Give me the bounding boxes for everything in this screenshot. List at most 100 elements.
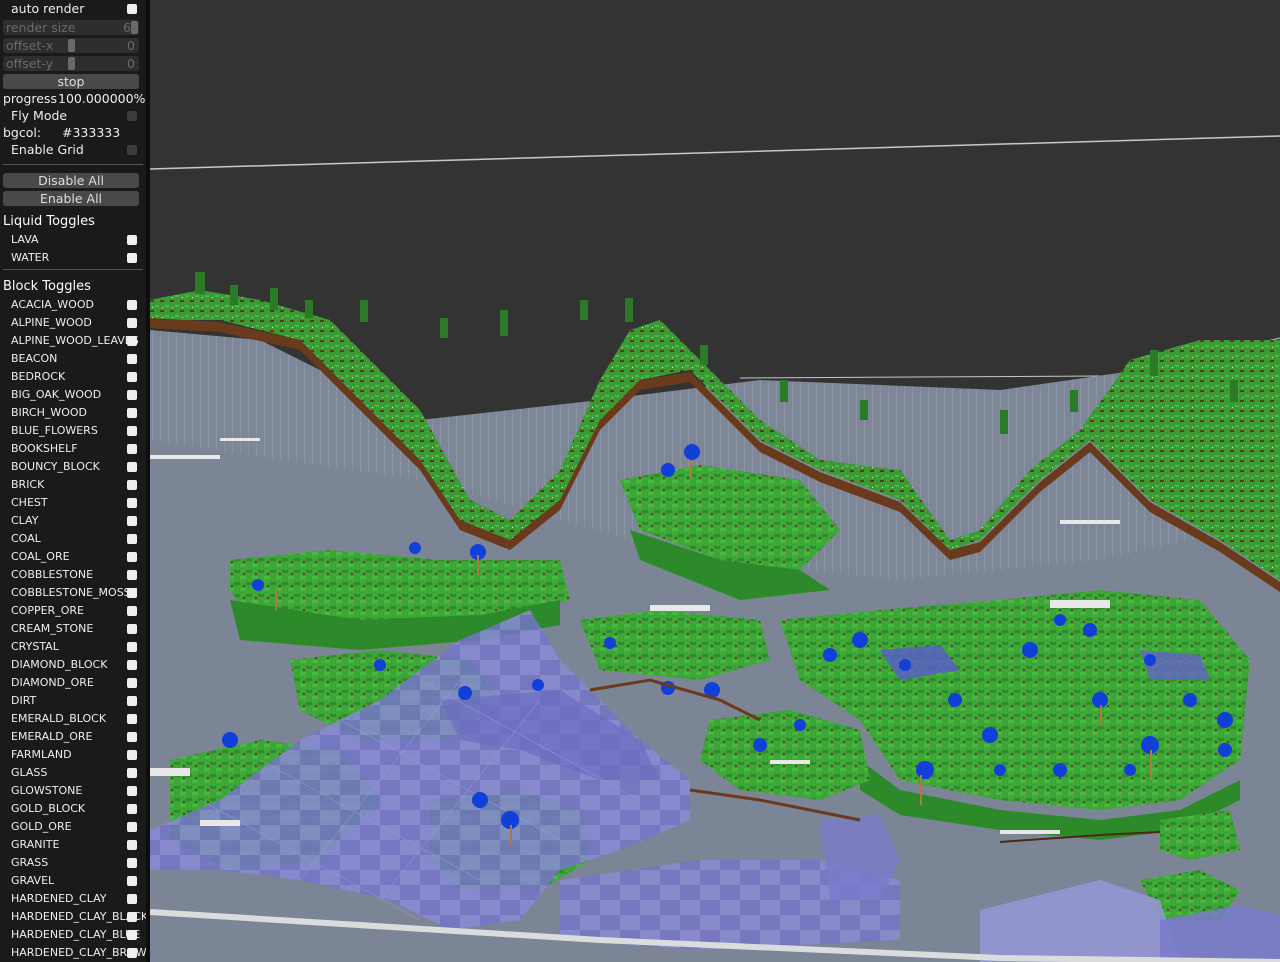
toggle-checkbox[interactable] bbox=[127, 318, 137, 328]
toggle-row-alpine-wood-leaves[interactable]: ALPINE_WOOD_LEAVES bbox=[0, 332, 146, 350]
toggle-checkbox[interactable] bbox=[127, 552, 137, 562]
toggle-row-hardened-clay-blue[interactable]: HARDENED_CLAY_BLUE bbox=[0, 926, 146, 944]
render-size-value: 6 bbox=[123, 20, 131, 35]
toggle-checkbox[interactable] bbox=[127, 930, 137, 940]
toggle-row-big-oak-wood[interactable]: BIG_OAK_WOOD bbox=[0, 386, 146, 404]
offset-x-slider-row[interactable]: offset-x 0 bbox=[0, 36, 146, 54]
toggle-checkbox[interactable] bbox=[127, 300, 137, 310]
toggle-checkbox[interactable] bbox=[127, 894, 137, 904]
toggle-row-gold-ore[interactable]: GOLD_ORE bbox=[0, 818, 146, 836]
toggle-checkbox[interactable] bbox=[127, 750, 137, 760]
toggle-row-coal[interactable]: COAL bbox=[0, 530, 146, 548]
toggle-checkbox[interactable] bbox=[127, 624, 137, 634]
toggle-checkbox[interactable] bbox=[127, 768, 137, 778]
toggle-row-gravel[interactable]: GRAVEL bbox=[0, 872, 146, 890]
toggle-checkbox[interactable] bbox=[127, 235, 137, 245]
fly-mode-checkbox[interactable] bbox=[127, 111, 137, 121]
toggle-checkbox[interactable] bbox=[127, 390, 137, 400]
toggle-checkbox[interactable] bbox=[127, 462, 137, 472]
toggle-row-diamond-ore[interactable]: DIAMOND_ORE bbox=[0, 674, 146, 692]
render-size-slider[interactable]: render size 6 bbox=[3, 20, 139, 35]
voxel-viewport[interactable] bbox=[150, 0, 1280, 962]
toggle-row-bookshelf[interactable]: BOOKSHELF bbox=[0, 440, 146, 458]
toggle-row-gold-block[interactable]: GOLD_BLOCK bbox=[0, 800, 146, 818]
toggle-checkbox[interactable] bbox=[127, 660, 137, 670]
toggle-row-cream-stone[interactable]: CREAM_STONE bbox=[0, 620, 146, 638]
toggle-checkbox[interactable] bbox=[127, 606, 137, 616]
toggle-checkbox[interactable] bbox=[127, 336, 137, 346]
fly-mode-row[interactable]: Fly Mode bbox=[0, 108, 146, 124]
toggle-row-granite[interactable]: GRANITE bbox=[0, 836, 146, 854]
render-size-slider-row[interactable]: render size 6 bbox=[0, 18, 146, 36]
toggle-row-clay[interactable]: CLAY bbox=[0, 512, 146, 530]
toggle-row-hardened-clay-brown[interactable]: HARDENED_CLAY_BROWN bbox=[0, 944, 146, 962]
toggle-row-glass[interactable]: GLASS bbox=[0, 764, 146, 782]
toggle-checkbox[interactable] bbox=[127, 588, 137, 598]
toggle-row-chest[interactable]: CHEST bbox=[0, 494, 146, 512]
toggle-checkbox[interactable] bbox=[127, 354, 137, 364]
toggle-row-cobblestone[interactable]: COBBLESTONE bbox=[0, 566, 146, 584]
bgcol-value[interactable]: #333333 bbox=[62, 124, 120, 142]
toggle-checkbox[interactable] bbox=[127, 253, 137, 263]
toggle-checkbox[interactable] bbox=[127, 786, 137, 796]
toggle-checkbox[interactable] bbox=[127, 678, 137, 688]
toggle-checkbox[interactable] bbox=[127, 534, 137, 544]
toggle-checkbox[interactable] bbox=[127, 804, 137, 814]
toggle-row-alpine-wood[interactable]: ALPINE_WOOD bbox=[0, 314, 146, 332]
offset-y-slider-row[interactable]: offset-y 0 bbox=[0, 54, 146, 72]
toggle-checkbox[interactable] bbox=[127, 858, 137, 868]
enable-all-button[interactable]: Enable All bbox=[3, 191, 139, 206]
toggle-row-cobblestone-mossy[interactable]: COBBLESTONE_MOSSY bbox=[0, 584, 146, 602]
render-size-knob[interactable] bbox=[131, 21, 138, 34]
toggle-checkbox[interactable] bbox=[127, 912, 137, 922]
toggle-row-brick[interactable]: BRICK bbox=[0, 476, 146, 494]
toggle-row-bouncy-block[interactable]: BOUNCY_BLOCK bbox=[0, 458, 146, 476]
toggle-row-birch-wood[interactable]: BIRCH_WOOD bbox=[0, 404, 146, 422]
toggle-checkbox[interactable] bbox=[127, 714, 137, 724]
auto-render-checkbox[interactable] bbox=[127, 4, 137, 14]
toggle-checkbox[interactable] bbox=[127, 732, 137, 742]
toggle-row-bedrock[interactable]: BEDROCK bbox=[0, 368, 146, 386]
enable-grid-checkbox[interactable] bbox=[127, 145, 137, 155]
offset-y-knob[interactable] bbox=[68, 57, 75, 70]
toggle-row-coal-ore[interactable]: COAL_ORE bbox=[0, 548, 146, 566]
toggle-checkbox[interactable] bbox=[127, 696, 137, 706]
toggle-row-hardened-clay-black[interactable]: HARDENED_CLAY_BLACK bbox=[0, 908, 146, 926]
toggle-checkbox[interactable] bbox=[127, 408, 137, 418]
toggle-checkbox[interactable] bbox=[127, 822, 137, 832]
toggle-row-water[interactable]: WATER bbox=[0, 249, 146, 267]
toggle-row-acacia-wood[interactable]: ACACIA_WOOD bbox=[0, 296, 146, 314]
bgcol-row[interactable]: bgcol: #333333 bbox=[0, 124, 146, 142]
offset-y-slider[interactable]: offset-y 0 bbox=[3, 56, 139, 71]
toggle-checkbox[interactable] bbox=[127, 840, 137, 850]
toggle-checkbox[interactable] bbox=[127, 498, 137, 508]
stop-button[interactable]: stop bbox=[3, 74, 139, 89]
toggle-checkbox[interactable] bbox=[127, 372, 137, 382]
toggle-row-diamond-block[interactable]: DIAMOND_BLOCK bbox=[0, 656, 146, 674]
toggle-row-crystal[interactable]: CRYSTAL bbox=[0, 638, 146, 656]
disable-all-button[interactable]: Disable All bbox=[3, 173, 139, 188]
auto-render-row[interactable]: auto render bbox=[0, 0, 146, 18]
toggle-row-dirt[interactable]: DIRT bbox=[0, 692, 146, 710]
toggle-row-emerald-ore[interactable]: EMERALD_ORE bbox=[0, 728, 146, 746]
toggle-row-lava[interactable]: LAVA bbox=[0, 231, 146, 249]
toggle-row-beacon[interactable]: BEACON bbox=[0, 350, 146, 368]
toggle-checkbox[interactable] bbox=[127, 516, 137, 526]
toggle-checkbox[interactable] bbox=[127, 948, 137, 958]
offset-x-knob[interactable] bbox=[68, 39, 75, 52]
toggle-row-farmland[interactable]: FARMLAND bbox=[0, 746, 146, 764]
toggle-checkbox[interactable] bbox=[127, 444, 137, 454]
offset-x-slider[interactable]: offset-x 0 bbox=[3, 38, 139, 53]
toggle-row-grass[interactable]: GRASS bbox=[0, 854, 146, 872]
toggle-checkbox[interactable] bbox=[127, 480, 137, 490]
toggle-checkbox[interactable] bbox=[127, 426, 137, 436]
toggle-row-copper-ore[interactable]: COPPER_ORE bbox=[0, 602, 146, 620]
toggle-checkbox[interactable] bbox=[127, 876, 137, 886]
toggle-checkbox[interactable] bbox=[127, 570, 137, 580]
enable-grid-row[interactable]: Enable Grid bbox=[0, 142, 146, 158]
toggle-checkbox[interactable] bbox=[127, 642, 137, 652]
toggle-row-blue-flowers[interactable]: BLUE_FLOWERS bbox=[0, 422, 146, 440]
toggle-row-emerald-block[interactable]: EMERALD_BLOCK bbox=[0, 710, 146, 728]
toggle-row-hardened-clay[interactable]: HARDENED_CLAY bbox=[0, 890, 146, 908]
toggle-row-glowstone[interactable]: GLOWSTONE bbox=[0, 782, 146, 800]
